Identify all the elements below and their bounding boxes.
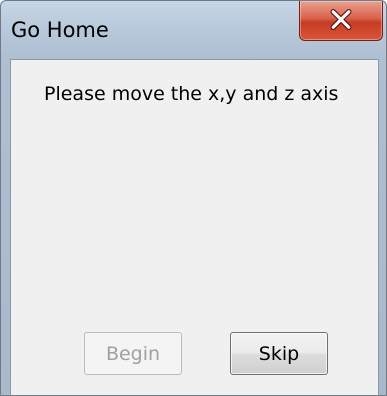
close-button[interactable] [299, 1, 383, 41]
window-title: Go Home [11, 18, 109, 42]
skip-button[interactable]: Skip [230, 332, 328, 375]
instruction-message: Please move the x,y and z axis [44, 83, 339, 105]
title-bar[interactable]: Go Home [1, 1, 386, 59]
begin-button[interactable]: Begin [84, 332, 182, 375]
close-icon [330, 9, 352, 31]
dialog-window: Go Home [0, 0, 387, 396]
